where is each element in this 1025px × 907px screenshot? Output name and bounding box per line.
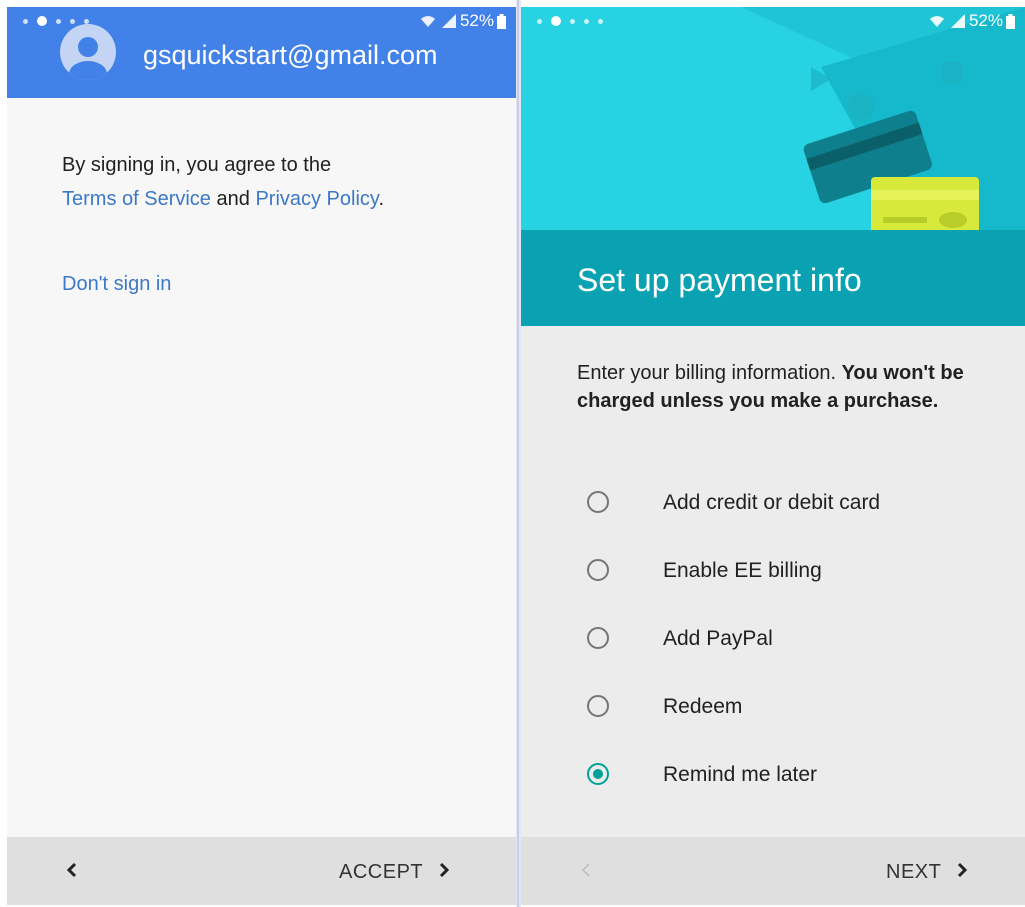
status-icons: 52% [929,11,1015,31]
chevron-right-icon [423,862,451,883]
battery-icon [1006,13,1015,29]
option-label: Redeem [663,695,743,718]
option-redeem[interactable]: Redeem [521,681,1025,739]
battery-icon [497,13,506,29]
option-paypal[interactable]: Add PayPal [521,613,1025,671]
privacy-policy-link[interactable]: Privacy Policy [255,188,378,210]
option-label: Add credit or debit card [663,491,881,514]
radio-button-selected[interactable] [587,763,609,785]
terms-suffix: . [378,188,384,210]
radio-button[interactable] [587,491,609,513]
radio-button[interactable] [587,559,609,581]
wifi-icon [929,13,945,29]
navigation-bar: ACCEPT [7,837,516,905]
payment-hero: 52% [521,7,1025,230]
terms-prefix: By signing in, you agree to the [62,154,332,176]
option-label: Add PayPal [663,627,773,650]
radio-button[interactable] [587,695,609,717]
account-email: gsquickstart@gmail.com [143,40,438,70]
terms-of-service-link[interactable]: Terms of Service [62,188,211,210]
option-label: Enable EE billing [663,559,822,582]
credit-card-illustration [741,7,1025,230]
back-button[interactable] [571,857,601,887]
back-button[interactable] [57,857,87,887]
battery-percent: 52% [459,11,494,30]
chevron-right-icon [941,862,969,883]
billing-description: Enter your billing information. You won'… [577,359,987,415]
accept-button[interactable]: ACCEPT [339,857,451,887]
next-label: NEXT [886,860,942,883]
account-header: 52% gsquickstart@gmail.com [7,7,516,98]
signal-icon [441,14,456,28]
option-add-card[interactable]: Add credit or debit card [521,477,1025,535]
navigation-bar: NEXT [521,837,1025,905]
option-label: Remind me later [663,763,818,786]
chevron-left-icon [65,862,79,883]
chevron-left-icon [579,862,593,883]
avatar-icon [60,24,116,80]
status-icons: 52% [420,11,506,31]
next-button[interactable]: NEXT [886,857,969,887]
billing-description-text: Enter your billing information. [577,362,837,384]
dont-sign-in-link[interactable]: Don't sign in [62,273,171,296]
terms-text: By signing in, you agree to the Terms of… [62,148,384,216]
payment-setup-screen: 52% Set up payment info Enter your billi… [521,7,1025,905]
page-title: Set up payment info [577,262,862,298]
notification-dots [537,16,612,26]
sign-in-screen: 52% gsquickstart@gmail.com By signing in… [7,7,516,905]
option-ee-billing[interactable]: Enable EE billing [521,545,1025,603]
terms-conjunction: and [216,188,250,210]
wifi-icon [420,13,436,29]
signal-icon [950,14,965,28]
accept-label: ACCEPT [339,860,424,883]
option-remind-later[interactable]: Remind me later [521,749,1025,807]
status-bar: 52% [521,7,1025,37]
radio-button[interactable] [587,627,609,649]
battery-percent: 52% [968,11,1003,30]
